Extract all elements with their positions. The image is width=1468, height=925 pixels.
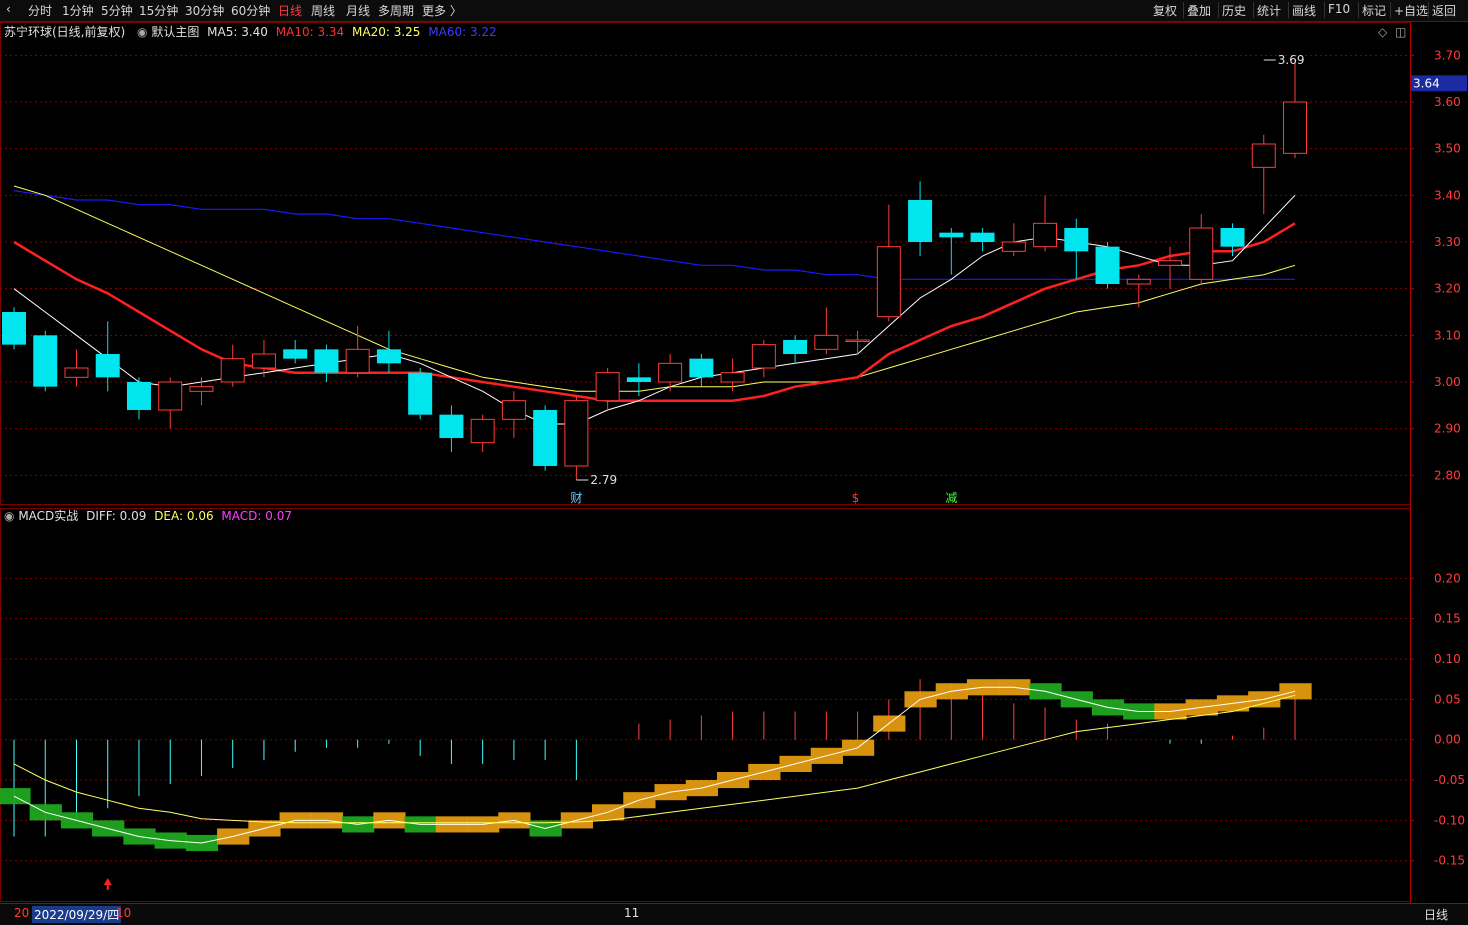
main-y-tick-label: 2.90 xyxy=(1434,422,1461,436)
macd-y-tick-label: 0.20 xyxy=(1434,571,1461,585)
candle-body xyxy=(689,358,714,378)
main-y-tick-label: 3.00 xyxy=(1434,375,1461,389)
candle-body xyxy=(2,312,26,345)
macd-name[interactable]: MACD实战 xyxy=(18,509,78,523)
event-marker[interactable]: 减 xyxy=(945,491,957,505)
macd-y-tick-label: -0.10 xyxy=(1434,813,1465,827)
dea-label: DEA: 0.06 xyxy=(154,509,214,523)
price-annotation-label: 2.79 xyxy=(590,473,617,487)
candle-body xyxy=(1158,260,1183,266)
candle-body xyxy=(876,246,901,318)
ma10-label: MA10: 3.34 xyxy=(275,25,345,39)
main-y-tick-label: 3.30 xyxy=(1434,235,1461,249)
candle-body xyxy=(251,353,276,369)
candle-body xyxy=(751,344,776,369)
macd-legend: ◉ MACD实战 DIFF: 0.09 DEA: 0.06 MACD: 0.07 xyxy=(4,507,292,524)
candle-body xyxy=(626,377,651,382)
candle-body xyxy=(1095,246,1120,284)
macd-y-tick-label: -0.05 xyxy=(1434,773,1465,787)
candle-body xyxy=(595,372,620,402)
panel-toggle-icon[interactable]: ◫ xyxy=(1395,25,1406,39)
event-marker[interactable]: $ xyxy=(852,491,860,505)
month-label-11: 11 xyxy=(624,906,640,920)
candle-body xyxy=(439,414,464,438)
ma5-label: MA5: 3.40 xyxy=(207,25,268,39)
cursor-date: 2022/09/29/四 xyxy=(32,906,122,923)
candle-body xyxy=(376,349,401,364)
stock-name[interactable]: 苏宁环球(日线,前复权) xyxy=(4,25,125,39)
candle-body xyxy=(1001,241,1026,252)
candle-body xyxy=(908,200,933,242)
ma20-label: MA20: 3.25 xyxy=(352,25,421,39)
diamond-icon[interactable]: ◇ xyxy=(1378,25,1388,39)
candle-body xyxy=(158,381,183,411)
price-annotation-label: 3.69 xyxy=(1278,53,1305,67)
main-y-tick-label: 3.10 xyxy=(1434,328,1461,342)
candle-body xyxy=(939,232,964,238)
month-label-10: 10 xyxy=(116,906,132,920)
main-y-tick-label: 3.20 xyxy=(1434,282,1461,296)
main-y-tick-label: 3.70 xyxy=(1434,48,1461,62)
candle-body xyxy=(345,348,370,374)
candle-body xyxy=(501,400,526,420)
candle-body xyxy=(783,340,808,354)
candle-body xyxy=(1283,101,1307,154)
candle-body xyxy=(845,339,870,342)
candle-body xyxy=(408,372,433,415)
indicator-menu-icon[interactable]: ◉ xyxy=(4,509,14,523)
last-price-label: 3.64 xyxy=(1413,76,1440,90)
candle-body xyxy=(189,386,214,392)
stock-chart: 2.80 2.90 3.00 3.10 3.20 3.30 3.40 3.50 3.60 3.70… xyxy=(0,22,1467,903)
macd-trend-block xyxy=(0,788,31,805)
candle-body xyxy=(64,367,89,378)
event-marker[interactable]: 财 xyxy=(570,491,582,505)
macd-value-label: MACD: 0.07 xyxy=(221,509,292,523)
candle-body xyxy=(564,400,589,467)
main-y-tick-label: 3.60 xyxy=(1434,95,1461,109)
candle-body xyxy=(720,372,745,383)
candle-body xyxy=(126,382,151,410)
chart-template-icon[interactable]: ◉ xyxy=(137,25,147,39)
candle-body xyxy=(470,418,495,444)
main-y-tick-label: 3.50 xyxy=(1434,142,1461,156)
candle-body xyxy=(283,349,308,359)
candle-body xyxy=(33,335,58,387)
candle-body xyxy=(658,362,683,383)
candle-body xyxy=(314,349,339,373)
candle-body xyxy=(1033,222,1058,248)
candle-body xyxy=(95,354,120,378)
candle-body xyxy=(220,358,245,383)
macd-trend-block xyxy=(1279,683,1312,700)
period-indicator[interactable]: 日线 xyxy=(1424,906,1448,923)
macd-y-tick-label: 0.15 xyxy=(1434,612,1461,626)
candle-body xyxy=(533,410,558,466)
time-axis-bar: 20 2022/09/29/四 10 11 日线 xyxy=(0,903,1468,925)
main-y-tick-label: 2.80 xyxy=(1434,468,1461,482)
ma60-label: MA60: 3.22 xyxy=(428,25,497,39)
candle-body xyxy=(1220,228,1245,247)
macd-y-tick-label: 0.05 xyxy=(1434,692,1461,706)
macd-y-tick-label: 0.10 xyxy=(1434,652,1461,666)
template-name[interactable]: 默认主图 xyxy=(151,25,199,39)
candle-body xyxy=(1126,278,1151,285)
candle-body xyxy=(970,232,995,242)
candle-body xyxy=(814,334,839,350)
macd-y-tick-label: 0.00 xyxy=(1434,733,1461,747)
candle-body xyxy=(1251,143,1276,168)
macd-y-tick-label: -0.15 xyxy=(1434,854,1465,868)
candle-body xyxy=(1064,228,1089,252)
month-label-left: 20 xyxy=(14,906,30,920)
candle-body xyxy=(1189,227,1214,280)
main-y-tick-label: 3.40 xyxy=(1434,188,1461,202)
main-legend: 苏宁环球(日线,前复权) ◉ 默认主图 MA5: 3.40 MA10: 3.34… xyxy=(4,23,497,40)
buy-signal-arrow-icon xyxy=(103,878,112,890)
diff-label: DIFF: 0.09 xyxy=(86,509,147,523)
